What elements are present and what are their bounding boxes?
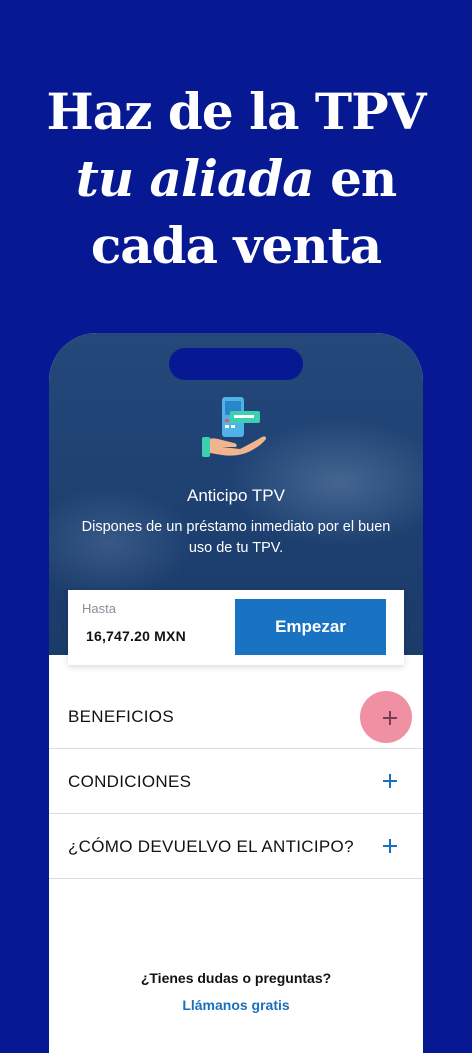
amount-value: 16,747.20 MXN xyxy=(86,628,186,644)
plus-icon[interactable] xyxy=(383,839,397,853)
promo-headline: Haz de la TPV tu aliada en cada venta xyxy=(0,78,472,279)
phone-mockup: Anticipo TPV Dispones de un préstamo inm… xyxy=(49,333,423,1053)
start-button[interactable]: Empezar xyxy=(235,599,386,655)
accordion-label: CONDICIONES xyxy=(68,772,192,791)
headline-line-2-rest: en xyxy=(313,149,397,208)
headline-line-2: tu aliada en xyxy=(0,145,472,212)
hand-terminal-icon xyxy=(202,397,266,457)
headline-italic-text: tu aliada xyxy=(75,149,315,208)
amount-card: Hasta 16,747.20 MXN Empezar xyxy=(68,590,404,665)
call-free-link[interactable]: Llámanos gratis xyxy=(49,997,423,1013)
plus-icon[interactable] xyxy=(383,774,397,788)
accordion-devolucion[interactable]: ¿CÓMO DEVUELVO EL ANTICIPO? xyxy=(49,815,423,879)
accordion-condiciones[interactable]: CONDICIONES xyxy=(49,750,423,814)
headline-line-3: cada venta xyxy=(90,216,382,275)
headline-line-1: Haz de la TPV xyxy=(46,82,426,141)
phone-notch xyxy=(169,348,303,380)
accordion-label: BENEFICIOS xyxy=(68,707,174,726)
help-question: ¿Tienes dudas o preguntas? xyxy=(140,970,332,986)
hero-title: Anticipo TPV xyxy=(187,486,285,505)
plus-icon[interactable] xyxy=(383,711,397,725)
hero-description: Dispones de un préstamo inmediato por el… xyxy=(81,519,391,556)
accordion-label: ¿CÓMO DEVUELVO EL ANTICIPO? xyxy=(68,837,354,856)
amount-label: Hasta xyxy=(82,601,116,616)
